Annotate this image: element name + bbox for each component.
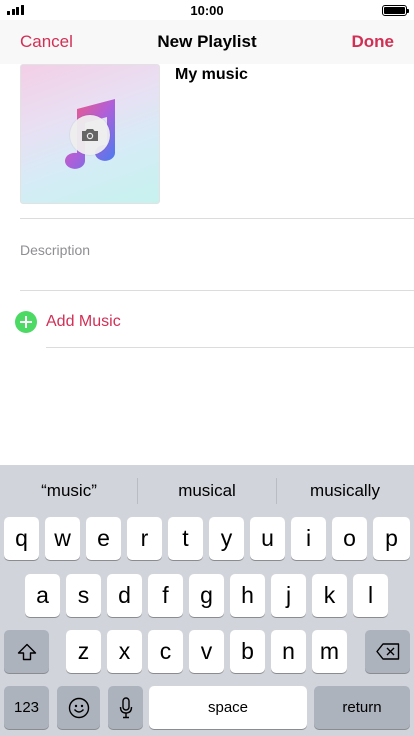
keyboard: “music” musical musically q w e r t y u … — [0, 465, 414, 736]
key-l[interactable]: l — [353, 574, 388, 617]
suggestion-1[interactable]: “music” — [0, 465, 138, 510]
key-j[interactable]: j — [271, 574, 306, 617]
dictation-key[interactable] — [108, 686, 143, 729]
divider — [46, 347, 414, 348]
shift-key[interactable] — [4, 630, 49, 673]
divider — [20, 218, 414, 219]
key-x[interactable]: x — [107, 630, 142, 673]
key-m[interactable]: m — [312, 630, 347, 673]
key-i[interactable]: i — [291, 517, 326, 560]
change-artwork-button[interactable] — [70, 115, 110, 155]
backspace-icon — [375, 643, 399, 660]
numbers-key[interactable]: 123 — [4, 686, 49, 729]
backspace-key[interactable] — [365, 630, 410, 673]
camera-icon — [82, 129, 98, 141]
key-c[interactable]: c — [148, 630, 183, 673]
key-e[interactable]: e — [86, 517, 121, 560]
key-r[interactable]: r — [127, 517, 162, 560]
predictive-text-bar: “music” musical musically — [0, 465, 414, 510]
divider — [20, 290, 414, 291]
done-button[interactable]: Done — [352, 32, 395, 52]
emoji-icon — [68, 697, 89, 718]
key-a[interactable]: a — [25, 574, 60, 617]
add-music-button[interactable]: Add Music — [46, 313, 121, 331]
key-u[interactable]: u — [250, 517, 285, 560]
key-h[interactable]: h — [230, 574, 265, 617]
key-f[interactable]: f — [148, 574, 183, 617]
space-key[interactable]: space — [149, 686, 307, 729]
battery-icon — [382, 5, 409, 16]
navigation-bar: Cancel New Playlist Done — [0, 20, 414, 64]
key-g[interactable]: g — [189, 574, 224, 617]
playlist-artwork[interactable] — [20, 64, 160, 204]
key-v[interactable]: v — [189, 630, 224, 673]
status-bar: 10:00 — [0, 0, 414, 20]
status-time: 10:00 — [190, 3, 224, 18]
key-b[interactable]: b — [230, 630, 265, 673]
key-p[interactable]: p — [373, 517, 410, 560]
emoji-key[interactable] — [57, 686, 100, 729]
description-field[interactable]: Description — [20, 242, 90, 258]
add-icon[interactable] — [15, 311, 37, 333]
key-t[interactable]: t — [168, 517, 203, 560]
key-k[interactable]: k — [312, 574, 347, 617]
shift-icon — [17, 643, 36, 660]
return-key[interactable]: return — [314, 686, 410, 729]
microphone-icon — [119, 696, 132, 718]
key-z[interactable]: z — [66, 630, 101, 673]
playlist-name-field[interactable]: My music — [175, 66, 248, 84]
suggestion-2[interactable]: musical — [138, 465, 276, 510]
key-n[interactable]: n — [271, 630, 306, 673]
key-o[interactable]: o — [332, 517, 367, 560]
key-q[interactable]: q — [4, 517, 39, 560]
key-d[interactable]: d — [107, 574, 142, 617]
key-y[interactable]: y — [209, 517, 244, 560]
key-s[interactable]: s — [66, 574, 101, 617]
suggestion-3[interactable]: musically — [276, 465, 414, 510]
key-w[interactable]: w — [45, 517, 80, 560]
